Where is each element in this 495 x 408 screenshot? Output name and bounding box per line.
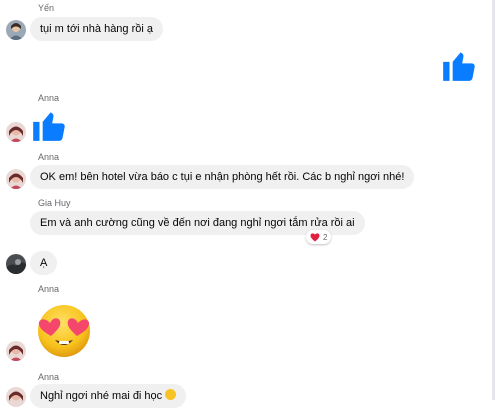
- thumbs-up-icon[interactable]: [30, 106, 68, 149]
- sender-name: Anna: [38, 284, 60, 294]
- avatar[interactable]: [6, 122, 26, 142]
- message-bubble[interactable]: Ạ: [30, 251, 58, 275]
- avatar[interactable]: [6, 169, 26, 189]
- reaction-count: 2: [323, 232, 328, 242]
- sender-name: Gia Huy: [38, 198, 71, 208]
- message-bubble[interactable]: OK em! bên hotel vừa báo c tụi e nhận ph…: [30, 165, 415, 189]
- heart-eyes-emoji[interactable]: [34, 299, 94, 364]
- sender-name: Anna: [38, 152, 60, 162]
- thumbs-up-icon[interactable]: [440, 46, 478, 89]
- message-bubble[interactable]: Nghỉ ngơi nhé mai đi học: [30, 384, 187, 408]
- sender-name: Anna: [38, 372, 60, 382]
- sender-name: Yến: [38, 3, 55, 13]
- avatar[interactable]: [6, 254, 26, 274]
- avatar[interactable]: [6, 341, 26, 361]
- avatar[interactable]: [6, 20, 26, 40]
- smile-emoji-icon: [165, 389, 177, 400]
- message-text: Nghỉ ngơi nhé mai đi học: [40, 390, 163, 402]
- avatar[interactable]: [6, 387, 26, 407]
- sender-name: Anna: [38, 93, 60, 103]
- heart-icon: [310, 232, 320, 242]
- reaction-badge[interactable]: 2: [306, 230, 332, 244]
- message-bubble[interactable]: tụi m tới nhà hàng rồi ạ: [30, 17, 163, 41]
